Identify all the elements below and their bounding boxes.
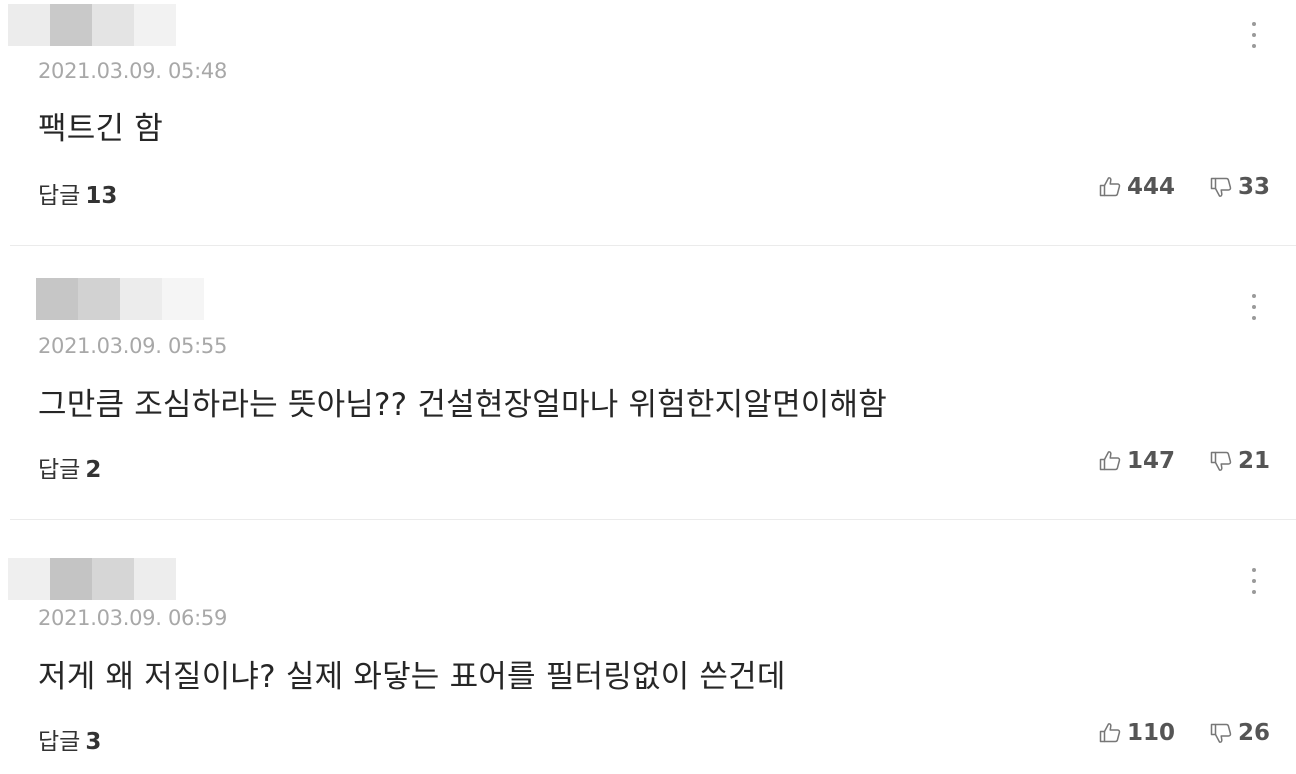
comment-text: 그만큼 조심하라는 뜻아님?? 건설현장얼마나 위험한지알면이해함 <box>38 387 887 423</box>
reply-button[interactable]: 답글 13 <box>38 176 117 210</box>
comment-text: 저게 왜 저질이냐? 실제 와닿는 표어를 필터링없이 쓴건데 <box>38 659 786 695</box>
comment-date: 2021.03.09. 05:55 <box>38 334 228 358</box>
like-count: 147 <box>1126 448 1175 474</box>
blur-block <box>78 278 120 320</box>
reply-label: 답글 <box>38 457 81 483</box>
like-count: 444 <box>1126 174 1175 200</box>
comment-date: 2021.03.09. 05:48 <box>38 59 228 83</box>
reply-label: 답글 <box>38 183 81 209</box>
blur-block <box>92 558 134 600</box>
dislike-count: 21 <box>1237 448 1270 474</box>
blur-block <box>50 4 92 46</box>
reply-count: 2 <box>85 457 102 483</box>
reply-button[interactable]: 답글 2 <box>38 450 101 484</box>
like-button[interactable]: 110 <box>1098 720 1175 746</box>
blurred-username <box>36 278 204 320</box>
blur-block <box>36 278 78 320</box>
dislike-count: 26 <box>1237 720 1270 746</box>
reply-label: 답글 <box>38 729 81 755</box>
reply-button[interactable]: 답글 3 <box>38 722 101 756</box>
thumbs-down-icon <box>1210 451 1232 471</box>
blur-block <box>50 558 92 600</box>
vote-bar: 110 26 <box>1098 720 1270 746</box>
more-options-icon[interactable] <box>1246 568 1262 604</box>
dislike-button[interactable]: 26 <box>1209 720 1270 746</box>
blur-block <box>162 278 204 320</box>
like-button[interactable]: 444 <box>1098 174 1175 200</box>
thumbs-up-icon <box>1099 177 1121 197</box>
dislike-count: 33 <box>1237 174 1270 200</box>
comment-text: 팩트긴 함 <box>38 111 163 147</box>
blur-block <box>8 558 50 600</box>
comment-item: 2021.03.09. 06:59 저게 왜 저질이냐? 실제 와닿는 표어를 … <box>0 520 1296 774</box>
blur-block <box>120 278 162 320</box>
more-options-icon[interactable] <box>1246 22 1262 58</box>
dislike-button[interactable]: 21 <box>1209 448 1270 474</box>
blurred-username <box>8 4 176 46</box>
comment-date: 2021.03.09. 06:59 <box>38 606 228 630</box>
thumbs-down-icon <box>1210 177 1232 197</box>
dislike-button[interactable]: 33 <box>1209 174 1270 200</box>
thumbs-up-icon <box>1099 451 1121 471</box>
like-count: 110 <box>1126 720 1175 746</box>
comment-item: 2021.03.09. 05:55 그만큼 조심하라는 뜻아님?? 건설현장얼마… <box>0 246 1296 519</box>
vote-bar: 444 33 <box>1098 174 1270 200</box>
blurred-username <box>8 558 176 600</box>
like-button[interactable]: 147 <box>1098 448 1175 474</box>
comment-item: 2021.03.09. 05:48 팩트긴 함 답글 13 444 33 <box>0 0 1296 245</box>
blur-block <box>8 4 50 46</box>
more-options-icon[interactable] <box>1246 294 1262 330</box>
blur-block <box>134 558 176 600</box>
blur-block <box>134 4 176 46</box>
thumbs-down-icon <box>1210 723 1232 743</box>
reply-count: 3 <box>85 729 102 755</box>
thumbs-up-icon <box>1099 723 1121 743</box>
vote-bar: 147 21 <box>1098 448 1270 474</box>
reply-count: 13 <box>85 183 118 209</box>
blur-block <box>92 4 134 46</box>
